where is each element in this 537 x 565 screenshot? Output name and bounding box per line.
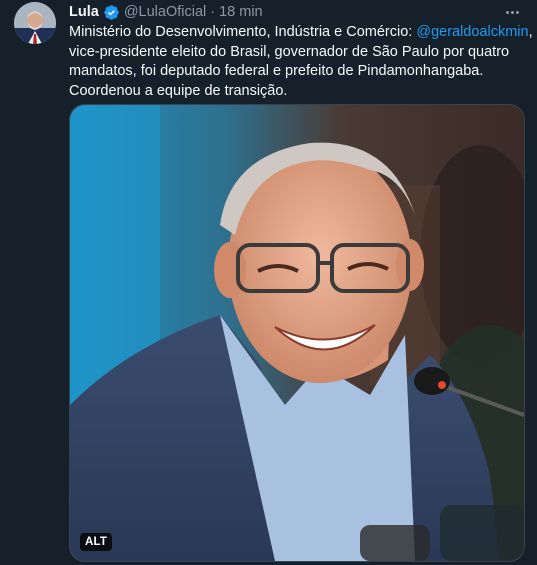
tweet-text-line: Ministério do Desenvolvimento, Indústria… — [69, 23, 533, 43]
tweet-header: Lula @LulaOficial · 18 min — [69, 3, 263, 21]
tweet-text-segment: , — [528, 24, 533, 40]
alt-text-badge[interactable]: ALT — [80, 533, 113, 551]
author-display-name[interactable]: Lula — [69, 4, 99, 20]
tweet-text-line: mandatos, foi deputado federal e prefeit… — [69, 63, 484, 79]
more-horizontal-icon-dot — [510, 10, 514, 14]
author-handle[interactable]: @LulaOficial — [124, 4, 206, 20]
tweet-timestamp[interactable]: 18 min — [219, 4, 263, 20]
more-horizontal-icon-dot — [515, 10, 519, 14]
verified-badge-icon — [104, 4, 119, 20]
tweet[interactable]: Lula @LulaOficial · 18 min Ministério do… — [0, 0, 537, 565]
tweet-text-line: Coordenou a equipe de transição. — [69, 82, 288, 99]
portrait-photo — [70, 105, 524, 561]
time-separator: · — [210, 4, 216, 20]
tweet-photo[interactable]: ALT — [69, 104, 525, 562]
more-options-button[interactable] — [499, 3, 525, 21]
avatar-photo — [14, 2, 56, 44]
more-horizontal-icon — [505, 10, 509, 14]
tweet-text-segment: Ministério do Desenvolvimento, Indústria… — [69, 24, 417, 40]
author-avatar[interactable] — [14, 2, 56, 44]
tweet-text-line: vice-presidente eleito do Brasil, govern… — [69, 43, 510, 60]
mention-link[interactable]: @geraldoalckmin — [416, 24, 528, 40]
tweet-text: Ministério do Desenvolvimento, Indústria… — [69, 23, 533, 101]
